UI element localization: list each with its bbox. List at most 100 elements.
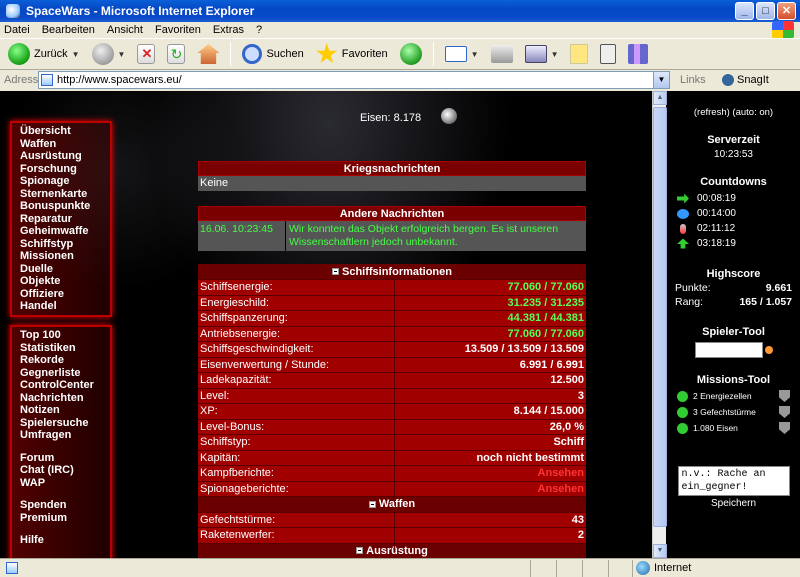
table-row: Energieschild: 31.235 / 31.235 xyxy=(198,295,586,311)
address-url: http://www.spacewars.eu/ xyxy=(57,74,182,86)
nav-item[interactable]: Chat (IRC) xyxy=(20,464,110,477)
row-label: Schiffsgeschwindigkeit: xyxy=(198,341,395,358)
nav-item[interactable]: Duelle xyxy=(20,263,110,276)
table-row: Schiffstyp: Schiff xyxy=(198,434,586,451)
nav-item[interactable]: Sternenkarte xyxy=(20,188,110,201)
edit-button[interactable]: ▼ xyxy=(521,41,563,67)
nav-item[interactable]: Umfragen xyxy=(20,429,110,442)
menu-extras[interactable]: Extras xyxy=(213,24,244,36)
mail-icon xyxy=(444,46,467,62)
collapse-icon[interactable] xyxy=(368,500,376,508)
menu-favoriten[interactable]: Favoriten xyxy=(155,24,201,36)
nav-item[interactable]: Top 100 xyxy=(20,329,110,342)
nav-item[interactable]: Geheimwaffe xyxy=(20,225,110,238)
forward-dropdown-icon[interactable]: ▼ xyxy=(118,50,126,59)
table-row: Gefechtstürme: 43 xyxy=(198,512,586,528)
nav-item[interactable]: Hilfe xyxy=(20,534,110,547)
mission-text: 2 Energiezellen xyxy=(693,391,752,401)
server-time-title: Serverzeit xyxy=(707,134,760,146)
nav-item[interactable]: Bonuspunkte xyxy=(20,200,110,213)
nav-item[interactable]: Notizen xyxy=(20,404,110,417)
nav-item[interactable]: Reparatur xyxy=(20,213,110,226)
window-titlebar: SpaceWars - Microsoft Internet Explorer … xyxy=(0,0,800,22)
back-button[interactable]: Zurück ▼ xyxy=(4,41,84,67)
snagit-icon xyxy=(722,74,734,86)
research-icon xyxy=(628,44,649,64)
nav-item[interactable]: Offiziere xyxy=(20,288,110,301)
row-label: Ladekapazität: xyxy=(198,372,395,389)
row-value[interactable]: Ansehen xyxy=(394,481,586,497)
countdown-row: 00:14:00 xyxy=(677,206,800,221)
row-value[interactable]: Ansehen xyxy=(394,465,586,482)
links-label[interactable]: Links xyxy=(680,74,706,86)
nav-item[interactable]: ControlCenter xyxy=(20,379,110,392)
minimize-button[interactable]: _ xyxy=(735,2,754,20)
nav-item[interactable]: Forum xyxy=(20,452,110,465)
nav-item[interactable]: Missionen xyxy=(20,250,110,263)
nav-item[interactable]: Spenden xyxy=(20,499,110,512)
nav-item[interactable]: Forschung xyxy=(20,163,110,176)
collapse-icon[interactable] xyxy=(331,268,339,276)
vertical-scrollbar[interactable]: ▲ ▼ xyxy=(652,91,667,558)
player-tool-input[interactable] xyxy=(694,342,763,358)
nav-item[interactable]: Ausrüstung xyxy=(20,150,110,163)
history-button[interactable] xyxy=(396,41,426,67)
nav-item[interactable]: Handel xyxy=(20,300,110,313)
messenger-button[interactable] xyxy=(596,41,620,67)
snagit-button[interactable]: SnagIt xyxy=(722,74,769,86)
notes-textarea[interactable]: n.v.: Rache an ein_gegner! xyxy=(677,466,790,496)
address-dropdown-icon[interactable]: ▼ xyxy=(653,72,669,88)
table-row: Antriebsenergie: 77.060 / 77.060 xyxy=(198,326,586,342)
nav-item[interactable]: Waffen xyxy=(20,138,110,151)
nav-item[interactable]: Objekte xyxy=(20,275,110,288)
page-icon xyxy=(41,74,53,86)
address-input[interactable]: http://www.spacewars.eu/ ▼ xyxy=(38,71,670,89)
forward-button[interactable]: ▼ xyxy=(88,41,130,67)
countdown-time: 00:08:19 xyxy=(697,193,736,204)
player-tool-go-icon[interactable] xyxy=(764,346,773,354)
refresh-icon: ↻ xyxy=(167,44,186,64)
menu-datei[interactable]: Datei xyxy=(4,24,30,36)
home-button[interactable] xyxy=(193,41,223,67)
countdown-time: 00:14:00 xyxy=(697,208,736,219)
resource-value: 8.178 xyxy=(393,112,422,124)
mail-button[interactable]: ▼ xyxy=(441,41,483,67)
nav-item[interactable]: Spionage xyxy=(20,175,110,188)
menu-ansicht[interactable]: Ansicht xyxy=(107,24,143,36)
messenger-icon xyxy=(600,44,617,64)
print-button[interactable] xyxy=(487,41,517,67)
section-header[interactable]: Schiffsinformationen xyxy=(198,264,586,280)
nav-item[interactable]: Rekorde xyxy=(20,354,110,367)
section-header[interactable]: Ausrüstung xyxy=(198,543,586,558)
section-title: Schiffsinformationen xyxy=(341,265,452,278)
nav-item[interactable]: Schiffstyp xyxy=(20,238,110,251)
research-button[interactable] xyxy=(624,41,652,67)
section-header[interactable]: Waffen xyxy=(198,496,586,513)
stop-button[interactable] xyxy=(133,41,159,67)
close-button[interactable]: ✕ xyxy=(777,2,796,20)
nav-item[interactable]: Übersicht xyxy=(20,125,110,138)
table-row: Kampfberichte: Ansehen xyxy=(198,465,586,482)
nav-item[interactable]: Gegnerliste xyxy=(20,367,110,380)
scroll-down-icon[interactable]: ▼ xyxy=(653,544,667,558)
favorites-button[interactable]: Favoriten xyxy=(312,41,392,67)
search-button[interactable]: Suchen xyxy=(238,41,307,67)
scroll-thumb[interactable] xyxy=(653,107,667,527)
menu-help[interactable]: ? xyxy=(256,24,262,36)
nav-item[interactable]: Premium xyxy=(20,512,110,525)
scroll-up-icon[interactable]: ▲ xyxy=(653,91,667,105)
save-notes-button[interactable]: Speichern xyxy=(667,498,800,509)
refresh-button[interactable]: ↻ xyxy=(163,41,189,67)
collapse-icon[interactable] xyxy=(356,547,364,555)
nav-item[interactable]: Spielersuche xyxy=(20,417,110,430)
discuss-button[interactable] xyxy=(566,41,592,67)
nav-item[interactable]: WAP xyxy=(20,477,110,490)
back-dropdown-icon[interactable]: ▼ xyxy=(72,50,80,59)
row-value: 13.509 / 13.509 / 13.509 xyxy=(394,341,586,358)
row-label: Kampfberichte: xyxy=(198,465,395,482)
nav-item[interactable]: Statistiken xyxy=(20,342,110,355)
nav-item[interactable]: Nachrichten xyxy=(20,392,110,405)
menu-bearbeiten[interactable]: Bearbeiten xyxy=(42,24,95,36)
maximize-button[interactable]: □ xyxy=(756,2,775,20)
refresh-links[interactable]: (refresh) (auto: on) xyxy=(667,107,800,118)
